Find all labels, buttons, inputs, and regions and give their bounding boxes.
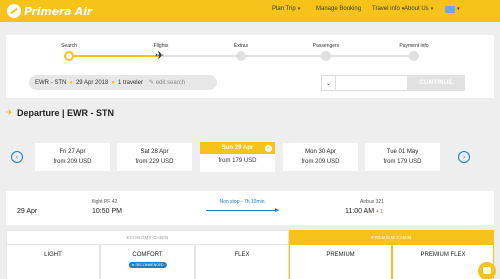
step-label-search: Search [61, 43, 77, 49]
flight-number: flight PF 42 [92, 199, 118, 205]
edit-icon: ✎ [148, 80, 155, 86]
date-label: Tue 01 May [386, 149, 419, 155]
nav-plan-trip[interactable]: Plan Trip ▾ [272, 6, 300, 12]
date-price: from 229 USD [135, 159, 174, 165]
chevron-down-icon: ▾ [297, 6, 301, 12]
fare-name: COMFORT [132, 252, 163, 258]
date-price: from 179 USD [383, 159, 422, 165]
chevron-down-icon[interactable]: ▾ [457, 6, 460, 12]
step-dot-search[interactable] [64, 51, 74, 61]
bullet-icon: ● [111, 79, 115, 86]
day-offset: + 1 [376, 209, 384, 215]
chevron-down-icon: ⌄ [322, 76, 336, 90]
date-option-sun-29-apr[interactable]: Sun 29 Apr ✓ from 179 USD [200, 142, 275, 172]
currency-select[interactable]: ⌄ [321, 75, 409, 91]
fare-column-comfort[interactable]: COMFORT ★ RECOMMENDED [100, 245, 195, 279]
nav-label: Manage Booking [316, 6, 362, 12]
step-label-payment: Payment info [399, 43, 429, 49]
fare-name: PREMIUM FLEX [420, 252, 466, 258]
summary-route: EWR - STN [35, 79, 67, 86]
recommended-badge: ★ RECOMMENDED [128, 262, 167, 268]
nav-manage-booking[interactable]: Manage Booking [316, 6, 361, 12]
next-dates-button[interactable]: › [458, 151, 470, 163]
brand-logo[interactable]: Primera Air [7, 3, 92, 19]
date-label: Fri 27 Apr [59, 149, 86, 155]
date-label: Sat 28 Apr [140, 149, 169, 155]
step-label-passengers: Passengers [312, 43, 340, 49]
fare-column-premium[interactable]: PREMIUM [289, 245, 392, 279]
date-option-tue-01-may[interactable]: Tue 01 May from 179 USD [365, 143, 440, 171]
summary-travelers: 1 traveler [117, 79, 143, 86]
booking-progress-panel: Search Flights Extras Passengers Payment… [6, 35, 494, 98]
logo-icon [7, 4, 21, 18]
aircraft-type: Airbus 321 [360, 199, 384, 205]
arrival-time: 11:00 AM + 1 [345, 208, 383, 215]
fare-name: FLEX [234, 252, 250, 258]
fare-column-light[interactable]: LIGHT [6, 245, 100, 279]
date-label-text: Sun 29 Apr [221, 145, 254, 151]
date-price: from 209 USD [53, 159, 92, 165]
check-icon: ✓ [265, 145, 272, 152]
arrival-time-value: 11:00 AM [345, 208, 375, 215]
nav-label: Travel info [372, 6, 400, 12]
fare-name: LIGHT [44, 252, 62, 258]
nav-about-us[interactable]: About Us ▾ [404, 6, 433, 12]
date-label: Sun 29 Apr ✓ [200, 142, 275, 154]
flight-arrow-icon [206, 208, 279, 212]
step-dot-passengers [321, 51, 331, 61]
step-label-extras: Extras [233, 43, 249, 49]
departure-time: 10:50 PM [92, 208, 122, 215]
bullet-icon: ● [69, 79, 73, 86]
date-price: from 209 USD [301, 159, 340, 165]
chat-icon[interactable] [478, 262, 496, 279]
step-dot-extras [236, 51, 246, 61]
progress-track-done [69, 55, 161, 57]
economy-cabin-header: ECONOMY CABIN [6, 230, 289, 245]
summary-date: 29 Apr 2018 [75, 79, 109, 86]
nav-label: About Us [404, 6, 429, 12]
plane-icon: ✈ [155, 50, 165, 62]
fare-table: ECONOMY CABIN PREMIUM CABIN LIGHT COMFOR… [6, 230, 494, 279]
continue-button[interactable]: CONTINUE [407, 75, 465, 91]
flag-icon[interactable] [445, 6, 455, 13]
date-label: Mon 30 Apr [305, 149, 336, 155]
edit-search-link[interactable]: ✎ edit search [149, 79, 185, 86]
date-option-mon-30-apr[interactable]: Mon 30 Apr from 209 USD [283, 143, 358, 171]
date-option-fri-27-apr[interactable]: Fri 27 Apr from 209 USD [35, 143, 110, 171]
date-option-sat-28-apr[interactable]: Sat 28 Apr from 229 USD [117, 143, 192, 171]
prev-dates-button[interactable]: ‹ [11, 151, 23, 163]
nav-label: Plan Trip [272, 6, 296, 12]
chevron-down-icon: ▾ [430, 6, 434, 12]
fare-name: PREMIUM [326, 252, 355, 258]
fare-column-flex[interactable]: FLEX [195, 245, 289, 279]
nav-travel-info[interactable]: Travel info ▾ [372, 6, 404, 12]
flight-date: 29 Apr [17, 208, 38, 215]
date-price: from 179 USD [218, 158, 257, 164]
edit-search-label: edit search [155, 80, 186, 86]
flight-stops: Non stop - 7h 10min [219, 199, 265, 205]
flight-row[interactable]: 29 Apr flight PF 42 10:50 PM Non stop - … [6, 191, 494, 225]
brand-name: Primera Air [24, 4, 93, 18]
step-dot-flights: ✈ [155, 49, 167, 62]
plane-departure-icon: ✈ [6, 108, 13, 117]
departure-title: Departure | EWR - STN [17, 108, 115, 118]
search-summary[interactable]: EWR - STN ● 29 Apr 2018 ● 1 traveler ✎ e… [29, 75, 217, 90]
progress-track-pending [161, 55, 414, 57]
step-dot-payment [409, 51, 419, 61]
premium-cabin-header: PREMIUM CABIN [289, 230, 494, 245]
top-header: Primera Air Plan Trip ▾ Manage Booking Tr… [0, 0, 500, 22]
